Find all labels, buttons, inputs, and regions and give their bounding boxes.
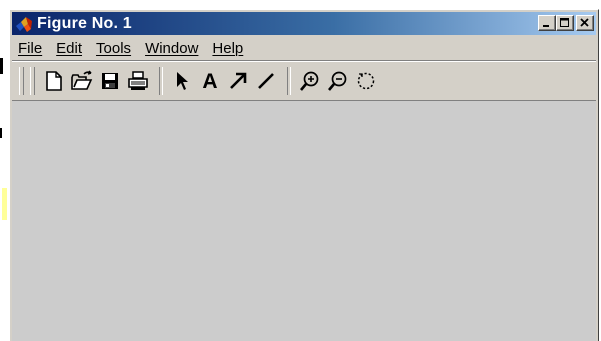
save-icon [102,73,118,89]
screenshot: Figure No. 1 File Edit Tools Window Help… [0,0,601,341]
insert-text-button[interactable]: A [197,68,223,94]
menu-bar: File Edit Tools Window Help [12,37,596,59]
insert-line-button[interactable] [253,68,279,94]
new-figure-icon [46,71,62,91]
print-icon [128,71,148,90]
desktop-edge-highlight [2,188,7,220]
open-file-icon [71,70,93,90]
toolbar-grip-secondary [30,67,35,95]
insert-arrow-icon [230,72,247,89]
title-bar[interactable]: Figure No. 1 [12,12,596,35]
new-figure-button[interactable] [41,68,67,94]
menu-file[interactable]: File [12,40,49,57]
close-icon [580,18,589,27]
zoom-out-icon [328,71,347,91]
menu-window[interactable]: Window [138,40,205,57]
rotate-3d-icon [357,72,375,90]
toolbar-divider [12,60,596,62]
insert-arrow-button[interactable] [225,68,251,94]
insert-text-icon: A [202,69,218,93]
maximize-button[interactable] [556,15,574,31]
menu-edit[interactable]: Edit [49,40,89,57]
close-button[interactable] [576,15,594,31]
zoom-out-button[interactable] [325,68,351,94]
window-title: Figure No. 1 [37,14,132,32]
toolbar-separator [159,67,163,95]
menu-tools[interactable]: Tools [89,40,138,57]
insert-line-icon [258,73,274,89]
figure-toolbar: A [12,64,596,98]
edit-plot-arrow-icon [177,72,188,90]
minimize-button[interactable] [538,15,556,31]
zoom-in-icon [300,71,319,91]
save-button[interactable] [97,68,123,94]
figure-window: Figure No. 1 File Edit Tools Window Help… [9,9,599,341]
edit-plot-button[interactable] [169,68,195,94]
print-button[interactable] [125,68,151,94]
minimize-icon [543,25,549,27]
desktop-edge-mark [0,58,3,74]
toolbar-separator [287,67,291,95]
window-controls [538,15,594,31]
matlab-logo-icon [15,15,33,33]
figure-canvas[interactable] [12,100,596,341]
menu-help[interactable]: Help [205,40,250,57]
open-file-button[interactable] [69,68,95,94]
maximize-icon [560,18,569,27]
desktop-edge-mark [0,128,2,138]
toolbar-grip[interactable] [19,67,24,95]
zoom-in-button[interactable] [297,68,323,94]
rotate-3d-button[interactable] [353,68,379,94]
